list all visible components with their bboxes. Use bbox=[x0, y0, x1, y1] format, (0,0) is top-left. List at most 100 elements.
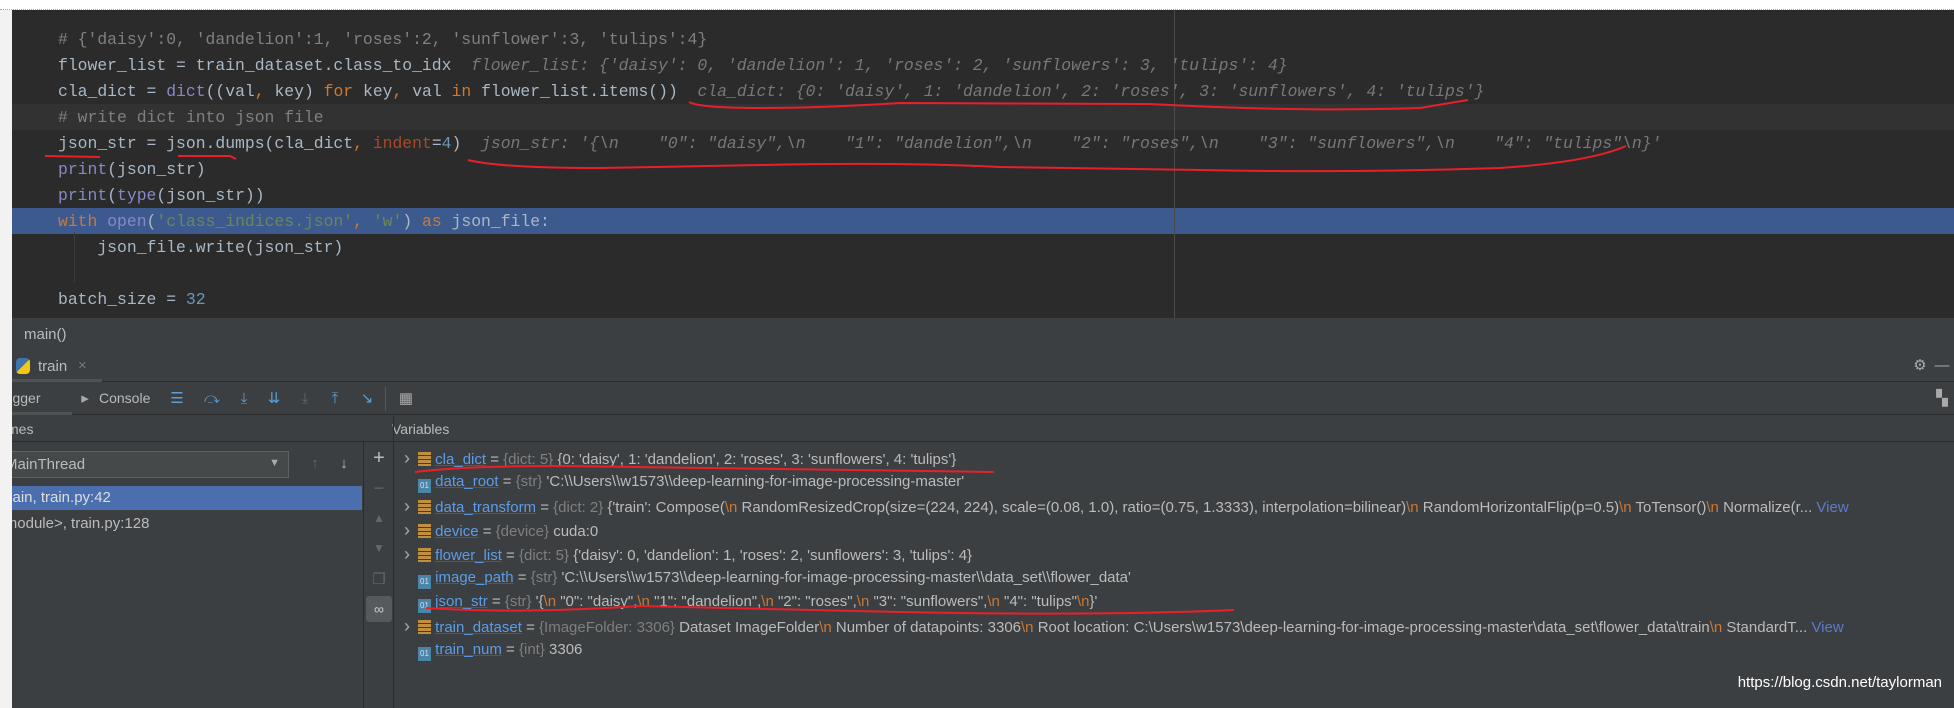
variable-row[interactable]: › device = {device} cuda:0 bbox=[394, 518, 1954, 542]
newline-escape: \n bbox=[1706, 499, 1719, 516]
step-out-icon[interactable]: ⤒ bbox=[325, 389, 345, 409]
console-icon: ▸ bbox=[81, 390, 89, 407]
code-token: open bbox=[107, 212, 147, 231]
toolbar-separator bbox=[385, 387, 386, 411]
close-tab-icon[interactable]: × bbox=[78, 357, 87, 374]
code-line[interactable]: cla_dict = dict((val, key) for key, val … bbox=[58, 79, 1484, 105]
code-token: , bbox=[254, 82, 275, 101]
variable-type: {str} bbox=[504, 593, 532, 610]
code-line[interactable]: print(json_str) bbox=[58, 157, 206, 183]
newline-escape: \n bbox=[1077, 593, 1090, 610]
variables-header: Variables bbox=[364, 416, 1954, 442]
thread-select[interactable]: MainThread ▼ bbox=[12, 451, 289, 478]
step-over-icon[interactable]: ⤼ bbox=[202, 389, 222, 409]
next-frame-icon[interactable]: ↓ bbox=[334, 454, 354, 474]
frame-label: <module>, train.py:128 bbox=[12, 515, 150, 532]
variable-type: {str} bbox=[515, 473, 543, 490]
settings-gear-icon[interactable]: ⚙ bbox=[1910, 356, 1930, 376]
breadcrumb[interactable]: main() bbox=[12, 318, 1954, 352]
layout-icon[interactable]: ▚ bbox=[1932, 389, 1952, 409]
variable-name: cla_dict bbox=[435, 451, 487, 468]
newline-escape: \n bbox=[819, 619, 832, 636]
frame-row-selected[interactable]: main, train.py:42 bbox=[12, 486, 362, 510]
code-token: , bbox=[392, 82, 413, 101]
minimize-icon[interactable]: — bbox=[1932, 356, 1952, 376]
code-line[interactable]: json_file.write(json_str) bbox=[58, 235, 343, 261]
inline-value-hint: json_str: '{\n "0": "daisy",\n "1": "dan… bbox=[461, 134, 1662, 153]
tab-train[interactable]: train bbox=[38, 358, 67, 375]
code-token: = bbox=[431, 134, 442, 153]
code-line[interactable]: print(type(json_str)) bbox=[58, 183, 265, 209]
code-line[interactable]: # write dict into json file bbox=[58, 105, 324, 131]
variable-row[interactable]: › data_transform = {dict: 2} {'train': C… bbox=[394, 494, 1954, 518]
show-watches-glasses-icon[interactable]: ∞ bbox=[366, 596, 392, 622]
move-up-icon[interactable]: ▲ bbox=[369, 508, 389, 528]
add-watch-icon[interactable]: + bbox=[369, 448, 389, 468]
variable-name: data_transform bbox=[435, 499, 537, 516]
run-to-cursor-icon[interactable]: ↘ bbox=[357, 389, 377, 409]
code-token: flower_list.items()) bbox=[481, 82, 678, 101]
variable-value: {0: 'daisy', 1: 'dandelion', 2: 'roses',… bbox=[557, 451, 957, 468]
view-link[interactable]: View bbox=[1812, 499, 1848, 516]
code-line[interactable]: batch_size = 32 bbox=[58, 287, 206, 313]
variable-row[interactable]: 01 json_str = {str} '{\n "0": "daisy",\n… bbox=[394, 590, 1954, 614]
frame-row[interactable]: <module>, train.py:128 bbox=[12, 512, 362, 536]
newline-escape: \n bbox=[1619, 499, 1632, 516]
previous-frame-icon[interactable]: ↑ bbox=[305, 454, 325, 474]
show-execution-point-icon[interactable]: ☰ bbox=[167, 389, 187, 409]
newline-escape: \n bbox=[1406, 499, 1419, 516]
code-token: ( bbox=[146, 212, 157, 231]
expand-chevron-icon[interactable]: › bbox=[394, 518, 418, 542]
code-line[interactable]: json_str = json.dumps(cla_dict, indent=4… bbox=[58, 131, 1661, 157]
newline-escape: \n bbox=[543, 593, 557, 610]
expand-chevron-icon[interactable]: › bbox=[394, 446, 418, 470]
copy-icon[interactable]: ❐ bbox=[369, 570, 389, 590]
step-into-icon[interactable]: ⤓ bbox=[234, 389, 254, 409]
top-document-strip bbox=[0, 0, 1954, 10]
variable-type: {device} bbox=[495, 523, 550, 540]
code-line[interactable]: flower_list = train_dataset.class_to_idx… bbox=[58, 53, 1288, 79]
variable-value: Dataset ImageFolder\n Number of datapoin… bbox=[679, 619, 1808, 636]
code-token: 32 bbox=[185, 290, 206, 309]
variable-row[interactable]: 01 data_root = {str} 'C:\\Users\\w1573\\… bbox=[394, 470, 1954, 494]
code-editor[interactable]: # {'daisy':0, 'dandelion':1, 'roses':2, … bbox=[12, 10, 1954, 318]
code-line[interactable]: # {'daisy':0, 'dandelion':1, 'roses':2, … bbox=[58, 27, 707, 53]
inline-value-hint: flower_list: {'daisy': 0, 'dandelion': 1… bbox=[451, 56, 1288, 75]
variable-name: train_num bbox=[435, 641, 502, 658]
expand-chevron-icon[interactable]: › bbox=[394, 542, 418, 566]
debugger-tab-indicator bbox=[12, 412, 72, 415]
newline-escape: \n bbox=[724, 499, 738, 516]
code-token: json_str = json.dumps(cla_dict bbox=[58, 134, 354, 153]
remove-watch-icon[interactable]: − bbox=[369, 478, 389, 498]
dict-type-icon bbox=[418, 452, 431, 466]
variable-row[interactable]: › flower_list = {dict: 5} {'daisy': 0, '… bbox=[394, 542, 1954, 566]
expand-chevron-icon[interactable]: › bbox=[394, 614, 418, 638]
variable-type: {ImageFolder: 3306} bbox=[539, 619, 675, 636]
chevron-down-icon: ▼ bbox=[269, 457, 280, 469]
code-token: indent bbox=[372, 134, 432, 153]
variable-type: {dict: 2} bbox=[553, 499, 604, 516]
variable-name: device bbox=[435, 523, 479, 540]
variable-row[interactable]: 01 train_num = {int} 3306 bbox=[394, 638, 1954, 662]
tab-console[interactable]: Console bbox=[99, 390, 150, 406]
code-token: type bbox=[117, 186, 157, 205]
code-token: , bbox=[353, 212, 373, 231]
code-token: print bbox=[58, 186, 108, 205]
evaluate-expression-icon[interactable]: ▦ bbox=[396, 389, 416, 409]
force-step-into-icon[interactable]: ⤓ bbox=[295, 389, 315, 409]
step-into-my-code-icon[interactable]: ⇊ bbox=[264, 389, 284, 409]
tab-debugger[interactable]: Debugger bbox=[12, 390, 41, 406]
variable-row[interactable]: › train_dataset = {ImageFolder: 3306} Da… bbox=[394, 614, 1954, 638]
frames-panel: MainThread ▼ ↑ ↓ main, train.py:42 <modu… bbox=[12, 442, 364, 708]
move-down-icon[interactable]: ▼ bbox=[369, 538, 389, 558]
variable-name: flower_list bbox=[435, 547, 502, 564]
code-line[interactable]: with open('class_indices.json', 'w') as … bbox=[58, 209, 550, 235]
newline-escape: \n bbox=[1021, 619, 1034, 636]
variable-row[interactable]: 01 image_path = {str} 'C:\\Users\\w1573\… bbox=[394, 566, 1954, 590]
inline-value-hint: cla_dict: {0: 'daisy', 1: 'dandelion', 2… bbox=[677, 82, 1485, 101]
variable-row[interactable]: › cla_dict = {dict: 5} {0: 'daisy', 1: '… bbox=[394, 446, 1954, 470]
expand-chevron-icon[interactable]: › bbox=[394, 494, 418, 518]
view-link[interactable]: View bbox=[1807, 619, 1843, 636]
code-token: ((val bbox=[205, 82, 255, 101]
primitive-type-icon: 01 bbox=[418, 599, 431, 613]
